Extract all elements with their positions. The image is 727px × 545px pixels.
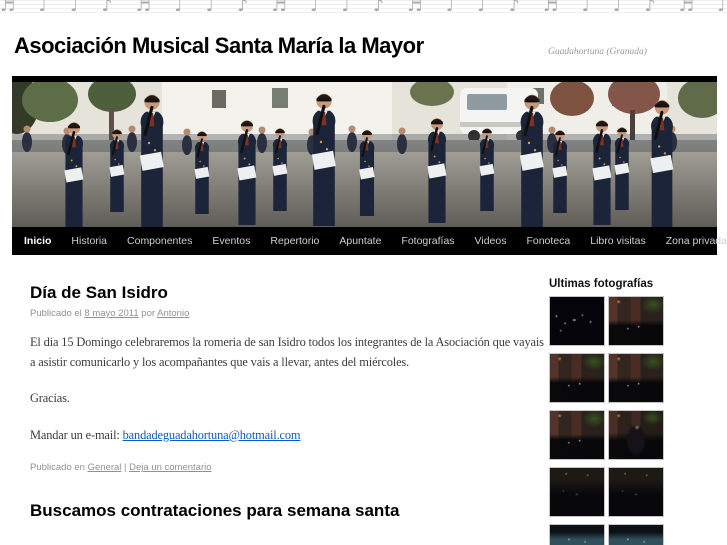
photo-thumbnail[interactable]: [608, 353, 664, 403]
leave-comment-link[interactable]: Deja un comentario: [129, 462, 211, 473]
content-area: Día de San Isidro Publicado el 8 mayo 20…: [30, 283, 545, 526]
nav-item-fotografias[interactable]: Fotografías: [391, 235, 464, 247]
post-meta: Publicado el 8 mayo 2011 por Antonio: [30, 308, 545, 319]
nav-item-inicio[interactable]: Inicio: [14, 235, 61, 247]
category-link[interactable]: General: [88, 462, 122, 473]
nav-item-apuntate[interactable]: Apuntate: [329, 235, 391, 247]
page: ♬ ♩ ♩ ♪ ♬ ♩ ♩ ♪ ♬ ♩ ♩ ♪ ♬ ♩ ♩ ♪ ♬ ♩ ♩ ♪ …: [0, 0, 727, 545]
main-navigation: Inicio Historia Componentes Eventos Repe…: [12, 227, 727, 255]
photo-thumbnail[interactable]: [549, 524, 605, 545]
post-author-link[interactable]: Antonio: [157, 308, 189, 319]
post-paragraph: El dia 15 Domingo celebraremos la romeri…: [30, 335, 544, 369]
nav-item-historia[interactable]: Historia: [61, 235, 117, 247]
post-paragraph: Gracias.: [30, 391, 70, 406]
nav-item-repertorio[interactable]: Repertorio: [260, 235, 329, 247]
nav-item-libro-visitas[interactable]: Libro visitas: [580, 235, 655, 247]
post-title-link[interactable]: Día de San Isidro: [30, 283, 168, 302]
site-title-link[interactable]: Asociación Musical Santa María la Mayor: [14, 33, 424, 58]
marching-band-photo: [12, 82, 717, 227]
photo-thumbnail[interactable]: [608, 524, 664, 545]
post-body: El dia 15 Domingo celebraremos la romeri…: [30, 333, 545, 445]
post-date-link[interactable]: 8 mayo 2011: [84, 308, 138, 319]
post-footer-meta: Publicado en General | Deja un comentari…: [30, 462, 545, 473]
nav-item-videos[interactable]: Videos: [465, 235, 517, 247]
photo-thumbnail[interactable]: [549, 410, 605, 460]
post-title-link[interactable]: Buscamos contrataciones para semana sant…: [30, 501, 399, 520]
nav-item-fonoteca[interactable]: Fonoteca: [516, 235, 580, 247]
sidebar: Ultimas fotografías: [549, 278, 671, 545]
nav-item-zona-privada[interactable]: Zona privada: [656, 235, 727, 247]
post-dia-de-san-isidro: Día de San Isidro Publicado el 8 mayo 20…: [30, 283, 545, 473]
site-title: Asociación Musical Santa María la Mayor: [14, 33, 424, 59]
photo-thumbnail[interactable]: [608, 410, 664, 460]
sidebar-heading-latest-photos: Ultimas fotografías: [549, 278, 654, 290]
photo-thumbnail-grid: [549, 296, 671, 545]
photo-thumbnail[interactable]: [608, 296, 664, 346]
photo-thumbnail[interactable]: [608, 467, 664, 517]
header-photo-banner: [12, 76, 717, 227]
photo-thumbnail[interactable]: [549, 296, 605, 346]
meta-separator: |: [124, 462, 127, 474]
email-line: Mandar un e-mail: bandadeguadahortuna@ho…: [30, 426, 545, 446]
music-notes-banner: ♬ ♩ ♩ ♪ ♬ ♩ ♩ ♪ ♬ ♩ ♩ ♪ ♬ ♩ ♩ ♪ ♬ ♩ ♩ ♪ …: [0, 0, 727, 20]
post-title: Día de San Isidro: [30, 283, 545, 303]
email-label: Mandar un e-mail:: [30, 427, 120, 442]
meta-prefix: Publicado el: [30, 308, 82, 319]
site-description: Guadahortuna (Granada): [548, 47, 647, 57]
photo-thumbnail[interactable]: [549, 467, 605, 517]
photo-thumbnail[interactable]: [549, 353, 605, 403]
post-title: Buscamos contrataciones para semana sant…: [30, 501, 545, 521]
meta-by: por: [141, 308, 156, 319]
email-link[interactable]: bandadeguadahortuna@hotmail.com: [123, 428, 301, 442]
music-notes-glyphs: ♬ ♩ ♩ ♪ ♬ ♩ ♩ ♪ ♬ ♩ ♩ ♪ ♬ ♩ ♩ ♪ ♬ ♩ ♩ ♪ …: [0, 0, 727, 16]
footer-prefix: Publicado en: [30, 462, 85, 474]
nav-item-componentes[interactable]: Componentes: [117, 235, 202, 247]
post-buscamos-contrataciones: Buscamos contrataciones para semana sant…: [30, 501, 545, 521]
nav-item-eventos[interactable]: Eventos: [202, 235, 260, 247]
